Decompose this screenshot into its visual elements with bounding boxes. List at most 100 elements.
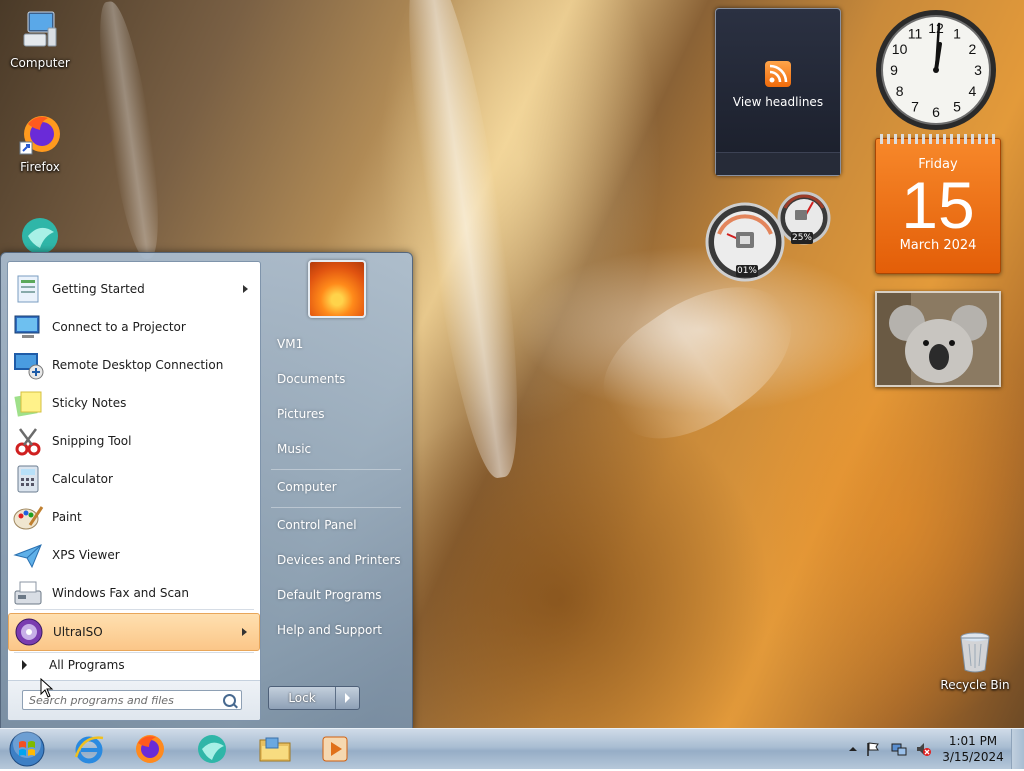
program-ultraiso[interactable]: UltraISO <box>8 613 260 651</box>
desktop-icon-label: Computer <box>10 56 70 70</box>
clock-numeral: 9 <box>890 62 898 78</box>
program-getting-started[interactable]: Getting Started <box>8 271 260 307</box>
program-label: Connect to a Projector <box>52 320 186 334</box>
desktop-icon-label: Firefox <box>20 160 60 174</box>
taskbar-clock[interactable]: 1:01 PM 3/15/2024 <box>936 733 1010 765</box>
right-pane-separator <box>271 469 401 470</box>
recycle-bin-icon <box>953 630 997 674</box>
sticky-notes-icon <box>12 387 44 419</box>
program-paint[interactable]: Paint <box>8 499 260 535</box>
wallpaper-highlight <box>394 0 536 483</box>
app-icon <box>198 735 226 763</box>
taskbar-windows-explorer[interactable] <box>253 731 297 767</box>
right-item-pictures[interactable]: Pictures <box>268 400 402 428</box>
xps-viewer-icon <box>12 539 44 571</box>
programs-separator <box>14 609 254 610</box>
taskbar-app[interactable] <box>190 731 234 767</box>
calendar-rings <box>880 134 996 144</box>
getting-started-icon <box>12 273 44 305</box>
clock-numeral: 5 <box>953 98 961 114</box>
search-icon[interactable] <box>223 694 236 707</box>
taskbar-media-player[interactable] <box>313 731 357 767</box>
desktop-icon-firefox[interactable]: Firefox <box>0 112 80 174</box>
start-button[interactable] <box>7 730 47 768</box>
feed-headlines-gadget[interactable]: View headlines <box>715 8 841 176</box>
show-hidden-icons-icon[interactable] <box>845 741 861 757</box>
projector-icon <box>12 311 44 343</box>
calendar-day: 15 <box>901 168 975 242</box>
volume-muted-icon[interactable] <box>915 741 931 757</box>
program-windows-fax-and-scan[interactable]: Windows Fax and Scan <box>8 575 260 611</box>
program-remote-desktop-connection[interactable]: Remote Desktop Connection <box>8 347 260 383</box>
clock-numeral: 10 <box>892 41 908 57</box>
clock-numeral: 6 <box>932 104 940 120</box>
taskbar: 1:01 PM 3/15/2024 <box>0 728 1024 769</box>
right-item-music[interactable]: Music <box>268 435 402 463</box>
firefox-icon <box>136 735 164 763</box>
media-player-icon <box>322 736 348 762</box>
program-sticky-notes[interactable]: Sticky Notes <box>8 385 260 421</box>
shutdown-options-arrow-icon[interactable] <box>336 687 359 709</box>
submenu-arrow-icon <box>242 628 247 636</box>
clock-numeral: 3 <box>974 62 982 78</box>
action-center-flag-icon[interactable] <box>865 741 881 757</box>
right-item-documents[interactable]: Documents <box>268 365 402 393</box>
internet-explorer-icon <box>74 736 104 764</box>
program-label: XPS Viewer <box>52 548 120 562</box>
program-xps-viewer[interactable]: XPS Viewer <box>8 537 260 573</box>
program-label: Paint <box>52 510 82 524</box>
program-label: Calculator <box>52 472 113 486</box>
lock-button[interactable]: Lock <box>268 686 360 710</box>
folder-icon <box>259 737 291 762</box>
submenu-arrow-icon <box>243 285 248 293</box>
network-icon[interactable] <box>891 741 907 757</box>
windows-logo-icon <box>9 730 45 767</box>
ultraiso-icon <box>13 616 45 648</box>
right-item-control-panel[interactable]: Control Panel <box>268 511 402 539</box>
clock-numeral: 7 <box>911 98 919 114</box>
desktop-icon-label: Recycle Bin <box>940 678 1010 692</box>
right-pane-separator <box>271 507 401 508</box>
calendar-gadget[interactable]: Friday 15 March 2024 <box>875 134 1001 274</box>
right-item-default-programs[interactable]: Default Programs <box>268 581 402 609</box>
clock-numeral: 2 <box>969 41 977 57</box>
rss-icon <box>765 61 791 87</box>
clock-gadget[interactable]: 12 1 2 3 4 5 6 7 8 9 10 11 <box>874 8 998 132</box>
all-programs-label: All Programs <box>49 658 125 672</box>
right-item-devices-and-printers[interactable]: Devices and Printers <box>268 546 402 574</box>
feed-gadget-footer <box>716 152 840 175</box>
view-headlines-link[interactable]: View headlines <box>716 95 840 109</box>
memory-usage-label: 25% <box>791 232 813 244</box>
program-snipping-tool[interactable]: Snipping Tool <box>8 423 260 459</box>
clock-numeral: 4 <box>969 83 977 99</box>
mouse-cursor-icon <box>40 678 54 698</box>
search-input[interactable]: Search programs and files <box>22 690 242 710</box>
program-label: Getting Started <box>52 282 145 296</box>
taskbar-internet-explorer[interactable] <box>67 731 111 767</box>
program-label: Remote Desktop Connection <box>52 358 224 372</box>
clock-face: 12 12 3 45678 9 1011 <box>876 10 996 130</box>
right-item-help-and-support[interactable]: Help and Support <box>268 616 402 644</box>
firefox-icon <box>18 112 62 156</box>
cpu-meter-gadget[interactable]: 01% 25% <box>705 190 833 286</box>
remote-desktop-icon <box>12 349 44 381</box>
clock-numeral: 11 <box>908 26 923 42</box>
computer-icon <box>18 8 62 52</box>
right-item-computer[interactable]: Computer <box>268 473 402 501</box>
calculator-icon <box>12 463 44 495</box>
taskbar-firefox[interactable] <box>128 731 172 767</box>
desktop-icon-computer[interactable]: Computer <box>0 8 80 70</box>
desktop-icon-recycle-bin[interactable]: Recycle Bin <box>935 630 1015 692</box>
show-desktop-button[interactable] <box>1011 729 1024 769</box>
right-item-user-folder[interactable]: VM1 <box>268 330 402 358</box>
clock-numeral: 1 <box>953 26 961 42</box>
program-calculator[interactable]: Calculator <box>8 461 260 497</box>
user-account-picture[interactable] <box>308 260 366 318</box>
snipping-tool-icon <box>12 425 44 457</box>
all-programs-arrow-icon <box>22 660 27 670</box>
lock-label: Lock <box>269 687 336 709</box>
all-programs-button[interactable]: All Programs <box>8 650 260 680</box>
program-label: Snipping Tool <box>52 434 132 448</box>
program-connect-to-a-projector[interactable]: Connect to a Projector <box>8 309 260 345</box>
slideshow-gadget[interactable] <box>875 291 1001 387</box>
